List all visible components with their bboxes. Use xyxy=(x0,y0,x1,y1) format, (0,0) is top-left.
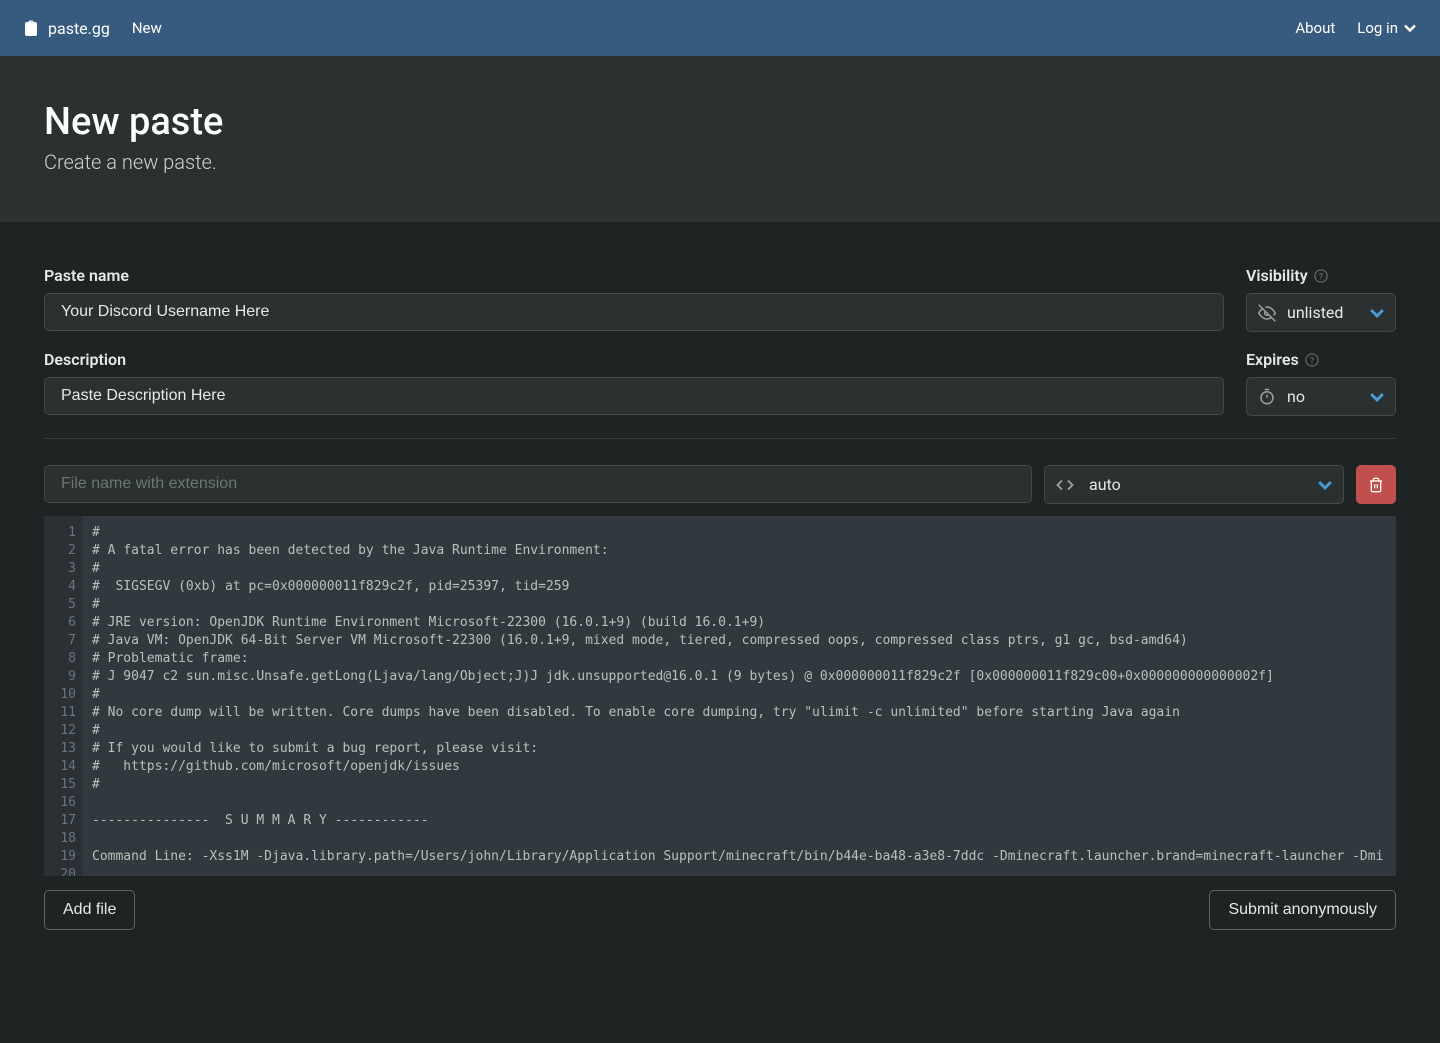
nav-login[interactable]: Log in xyxy=(1357,19,1416,37)
file-lang-select[interactable]: auto xyxy=(1044,465,1344,504)
file-row: auto xyxy=(44,465,1396,504)
code-line: # xyxy=(92,776,1396,794)
code-line: # J 9047 c2 sun.misc.Unsafe.getLong(Ljav… xyxy=(92,668,1396,686)
divider xyxy=(44,438,1396,439)
expires-label-text: Expires xyxy=(1246,350,1299,369)
chevron-down-icon xyxy=(1318,480,1332,490)
code-line: Command Line: -Xss1M -Djava.library.path… xyxy=(92,848,1396,866)
line-number: 18 xyxy=(54,830,76,848)
line-number: 5 xyxy=(54,596,76,614)
code-line: # A fatal error has been detected by the… xyxy=(92,542,1396,560)
main-container: Paste name Visibility ? unlisted Descrip… xyxy=(0,222,1440,974)
code-line: # xyxy=(92,524,1396,542)
line-number: 8 xyxy=(54,650,76,668)
code-line xyxy=(92,794,1396,812)
stopwatch-icon xyxy=(1258,388,1276,406)
help-icon[interactable]: ? xyxy=(1314,269,1328,283)
eye-off-icon xyxy=(1258,304,1276,322)
line-number: 13 xyxy=(54,740,76,758)
description-label: Description xyxy=(44,350,1224,369)
line-number: 2 xyxy=(54,542,76,560)
chevron-down-icon xyxy=(1404,24,1416,32)
row-desc-expires: Description Expires ? no xyxy=(44,350,1396,416)
line-number: 3 xyxy=(54,560,76,578)
code-line xyxy=(92,866,1396,876)
line-number: 15 xyxy=(54,776,76,794)
nav-new[interactable]: New xyxy=(132,19,162,37)
code-line: # xyxy=(92,686,1396,704)
paste-name-label: Paste name xyxy=(44,266,1224,285)
nav-about[interactable]: About xyxy=(1295,19,1335,37)
code-line: # xyxy=(92,596,1396,614)
code-line: # Problematic frame: xyxy=(92,650,1396,668)
description-label-text: Description xyxy=(44,350,126,369)
svg-text:?: ? xyxy=(1319,272,1323,282)
line-number: 6 xyxy=(54,614,76,632)
page-subtitle: Create a new paste. xyxy=(44,150,1396,174)
visibility-label: Visibility ? xyxy=(1246,266,1396,285)
code-line: # xyxy=(92,722,1396,740)
paste-name-group: Paste name xyxy=(44,266,1224,332)
code-icon xyxy=(1056,476,1074,494)
line-number: 20 xyxy=(54,866,76,876)
paste-name-input[interactable] xyxy=(44,293,1224,331)
file-name-wrap xyxy=(44,465,1032,504)
nav-left: paste.gg New xyxy=(24,19,162,38)
line-number: 9 xyxy=(54,668,76,686)
chevron-down-icon xyxy=(1370,392,1384,402)
line-number: 7 xyxy=(54,632,76,650)
navbar: paste.gg New About Log in xyxy=(0,0,1440,56)
actions-row: Add file Submit anonymously xyxy=(44,890,1396,930)
line-number: 12 xyxy=(54,722,76,740)
help-icon[interactable]: ? xyxy=(1305,353,1319,367)
chevron-down-icon xyxy=(1370,308,1384,318)
line-number: 16 xyxy=(54,794,76,812)
code-line: # SIGSEGV (0xb) at pc=0x000000011f829c2f… xyxy=(92,578,1396,596)
expires-select[interactable]: no xyxy=(1246,377,1396,416)
line-gutter: 1234567891011121314151617181920 xyxy=(44,516,82,876)
clipboard-icon xyxy=(24,20,38,36)
brand-link[interactable]: paste.gg xyxy=(24,19,110,38)
brand-text: paste.gg xyxy=(48,19,110,38)
submit-button[interactable]: Submit anonymously xyxy=(1209,890,1396,930)
description-input[interactable] xyxy=(44,377,1224,415)
row-name-visibility: Paste name Visibility ? unlisted xyxy=(44,266,1396,332)
code-content[interactable]: ## A fatal error has been detected by th… xyxy=(82,516,1396,876)
code-line: --------------- S U M M A R Y ----------… xyxy=(92,812,1396,830)
trash-icon xyxy=(1368,476,1384,494)
code-editor[interactable]: 1234567891011121314151617181920 ## A fat… xyxy=(44,516,1396,876)
visibility-label-text: Visibility xyxy=(1246,266,1308,285)
code-line: # JRE version: OpenJDK Runtime Environme… xyxy=(92,614,1396,632)
page-title: New paste xyxy=(44,100,1396,144)
visibility-group: Visibility ? unlisted xyxy=(1246,266,1396,332)
code-line xyxy=(92,830,1396,848)
hero: New paste Create a new paste. xyxy=(0,56,1440,222)
code-line: # xyxy=(92,560,1396,578)
line-number: 17 xyxy=(54,812,76,830)
paste-name-label-text: Paste name xyxy=(44,266,129,285)
line-number: 14 xyxy=(54,758,76,776)
code-line: # https://github.com/microsoft/openjdk/i… xyxy=(92,758,1396,776)
delete-file-button[interactable] xyxy=(1356,465,1396,504)
line-number: 11 xyxy=(54,704,76,722)
file-name-input[interactable] xyxy=(44,465,1032,503)
line-number: 19 xyxy=(54,848,76,866)
add-file-button[interactable]: Add file xyxy=(44,890,135,930)
description-group: Description xyxy=(44,350,1224,416)
svg-text:?: ? xyxy=(1310,356,1314,366)
file-lang-value: auto xyxy=(1044,465,1344,504)
expires-group: Expires ? no xyxy=(1246,350,1396,416)
expires-label: Expires ? xyxy=(1246,350,1396,369)
nav-login-label: Log in xyxy=(1357,19,1398,37)
line-number: 10 xyxy=(54,686,76,704)
line-number: 4 xyxy=(54,578,76,596)
line-number: 1 xyxy=(54,524,76,542)
code-line: # No core dump will be written. Core dum… xyxy=(92,704,1396,722)
nav-right: About Log in xyxy=(1295,19,1416,37)
visibility-select[interactable]: unlisted xyxy=(1246,293,1396,332)
code-line: # Java VM: OpenJDK 64-Bit Server VM Micr… xyxy=(92,632,1396,650)
code-line: # If you would like to submit a bug repo… xyxy=(92,740,1396,758)
